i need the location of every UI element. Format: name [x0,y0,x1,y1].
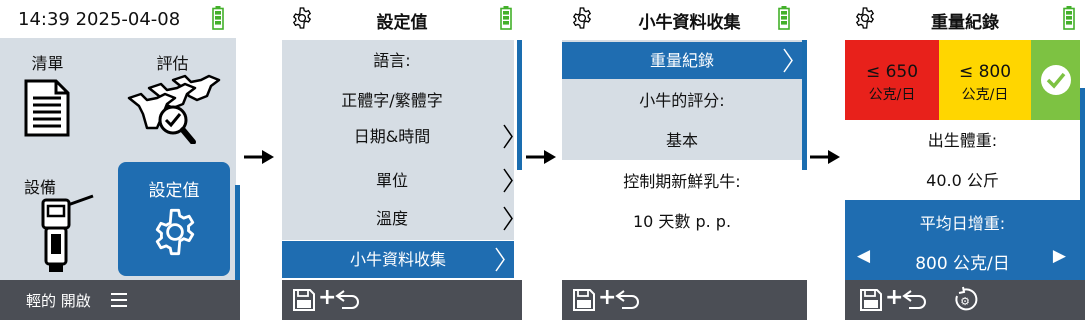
check-icon [1041,65,1071,95]
threshold-red-value: ≤ 650 [865,62,919,82]
avg-gain-panel: 平均日增重: ◀ 800 公克/日 ▶ [845,200,1080,280]
calf-item-fresh-cow-value[interactable]: 10 天數 p. p. [562,203,802,240]
chevron-right-icon [503,124,513,149]
save-icon[interactable] [572,288,596,312]
settings-item-units[interactable]: 單位 [282,162,513,199]
page-title: 重量紀錄 [931,13,999,33]
battery-icon [500,6,512,30]
screen-calf-data: 小牛資料收集 重量紀錄 小牛的評分: 基本 控制期新鮮乳牛: 10 天數 p. … [562,0,807,320]
cow-evaluation-icon [127,74,221,144]
settings-item-temperature[interactable]: 溫度 [282,200,513,237]
screen-main-menu: 14:39 2025-04-08 清單 評估 設備 設定值 輕的 開啟 [0,0,240,320]
threshold-yellow-value: ≤ 800 [958,62,1012,82]
footer-bar: + ⚙ [845,280,1085,320]
flow-arrow-icon [526,150,556,164]
chevron-right-icon [503,206,513,231]
threshold-yellow[interactable]: ≤ 800 公克/日 [939,40,1031,120]
tile-list[interactable]: 清單 [15,50,115,150]
reset-icon[interactable]: ⚙ [951,286,979,314]
tile-evaluation[interactable]: 評估 [125,50,230,150]
gear-icon [155,208,195,256]
settings-item-calf-data[interactable]: 小牛資料收集 [282,241,514,278]
flow-arrow-icon [244,150,274,164]
tile-settings-label: 設定值 [148,181,200,201]
save-icon[interactable] [859,288,883,312]
battery-icon [778,6,790,30]
tile-device[interactable]: 設備 [15,168,115,278]
screen-settings: 設定值 語言: 正體字/繁體字 日期&時間 單位 溫度 小牛資料收集 + [282,0,522,320]
calf-item-score-label: 小牛的評分: [639,91,725,110]
menu-icon[interactable] [110,291,128,309]
status-bar: 14:39 2025-04-08 [0,0,240,38]
scrollbar[interactable] [1080,88,1085,280]
title-bar: 重量紀錄 [845,0,1085,38]
svg-text:⚙: ⚙ [960,295,970,308]
avg-gain-label: 平均日增重: [919,214,1006,233]
battery-icon [1063,6,1075,30]
footer-bar: 輕的 開啟 [0,280,240,320]
settings-item-datetime[interactable]: 日期&時間 [282,118,513,155]
page-title: 小牛資料收集 [638,13,741,33]
chevron-right-icon [495,247,505,272]
title-bar: 設定值 [282,0,522,38]
battery-icon [212,6,224,30]
chevron-right-icon [783,48,793,73]
tile-list-label: 清單 [31,54,64,73]
threshold-red[interactable]: ≤ 650 公克/日 [845,40,939,120]
calf-item-score-value[interactable]: 基本 [562,122,802,159]
birth-weight-label: 出生體重: [927,131,998,150]
back-arrow-icon[interactable] [334,289,362,311]
arrow-right-icon[interactable]: ▶ [1053,246,1066,266]
list-document-icon [24,79,70,137]
clock-date: 14:39 2025-04-08 [18,9,181,30]
footer-bar: + [282,280,522,320]
chevron-right-icon [503,168,513,193]
back-arrow-icon[interactable] [614,289,642,311]
footer-bar: + [562,280,807,320]
calf-item-weight-record[interactable]: 重量紀錄 [562,42,802,79]
avg-gain-value[interactable]: 800 公克/日 [845,249,1080,274]
scrollbar[interactable] [802,40,807,170]
save-icon[interactable] [292,288,316,312]
threshold-green[interactable] [1031,40,1080,120]
settings-item-language-value[interactable]: 正體字/繁體字 [282,82,502,119]
settings-item-language-label: 語言: [373,51,411,70]
scrollbar[interactable] [517,40,522,170]
title-bar: 小牛資料收集 [562,0,807,38]
footer-light-label[interactable]: 輕的 開啟 [26,290,91,311]
tile-settings[interactable]: 設定值 [118,162,230,276]
flow-arrow-icon [810,150,840,164]
threshold-yellow-unit: 公克/日 [961,87,1009,103]
birth-weight-value[interactable]: 40.0 公斤 [845,162,1080,199]
threshold-red-unit: 公克/日 [868,87,916,103]
scrollbar[interactable] [235,185,240,280]
page-title: 設定值 [376,13,428,33]
tile-evaluation-label: 評估 [156,54,189,73]
back-arrow-icon[interactable] [901,289,929,311]
screen-weight-record: 重量紀錄 ≤ 650 公克/日 ≤ 800 公克/日 出生體重: 40.0 公斤… [845,0,1085,320]
calf-item-fresh-cow-label: 控制期新鮮乳牛: [623,172,741,191]
handheld-device-icon [41,194,94,272]
